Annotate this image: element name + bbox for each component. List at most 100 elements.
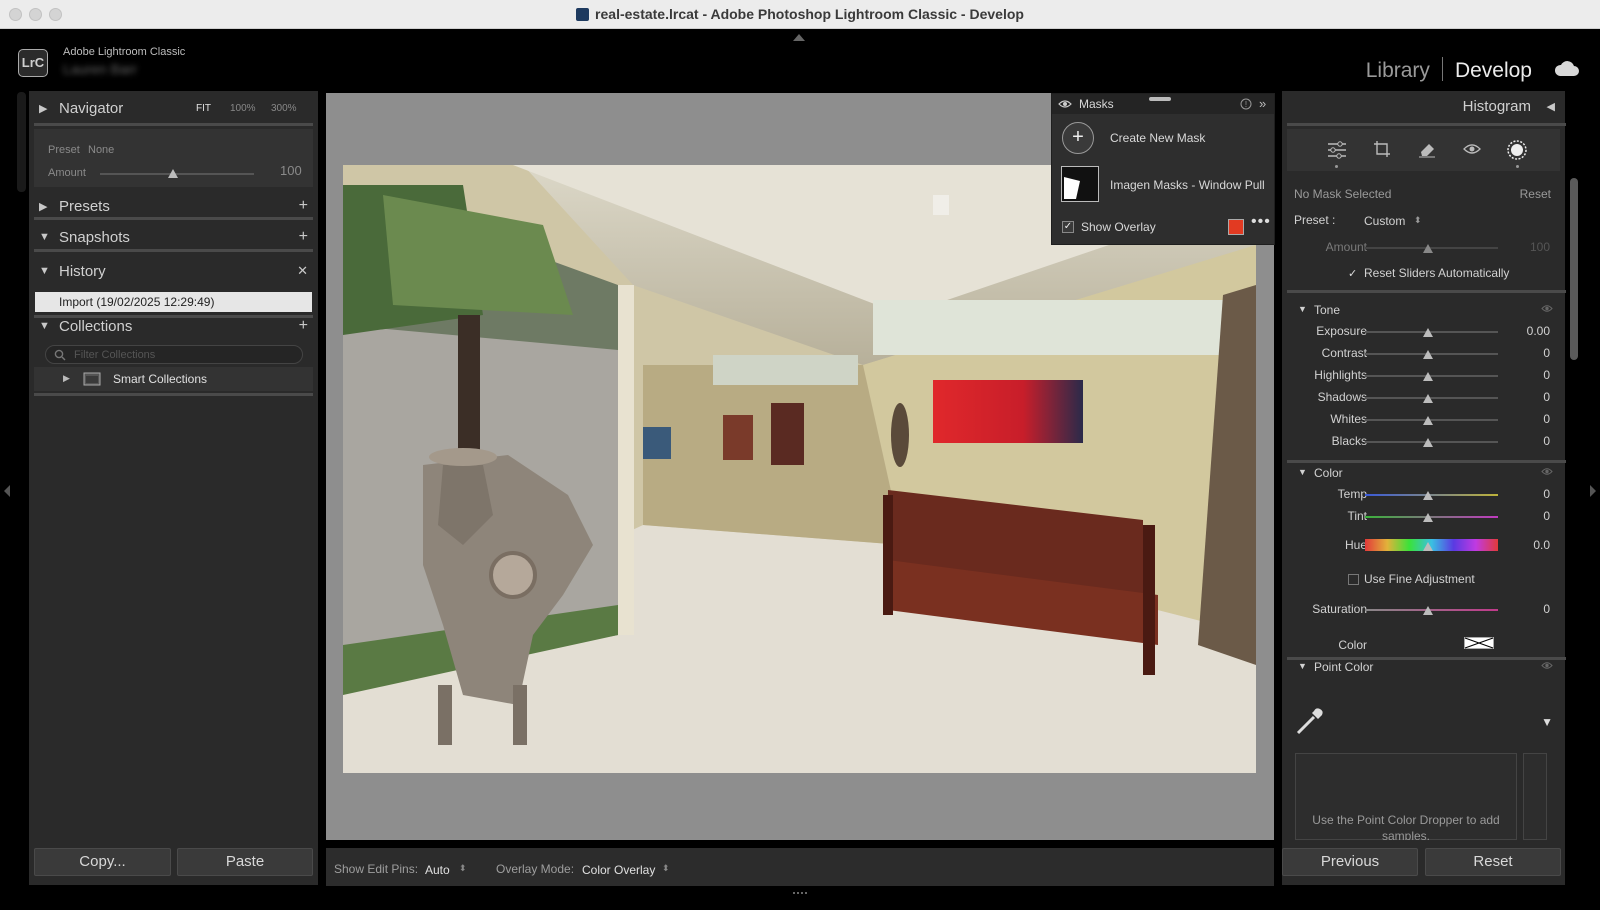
eye-icon[interactable] [1541,304,1553,313]
right-panel: Histogram ◀ No Mask Selected Reset Prese… [1282,91,1566,843]
point-color-samples-area: Use the Point Color Dropper to add sampl… [1295,753,1517,843]
mask-thumbnail[interactable] [1061,166,1099,202]
clear-history-x-icon[interactable]: ✕ [297,263,308,279]
blacks-value[interactable]: 0 [1514,434,1550,448]
collections-header[interactable]: ▼ Collections + [29,311,318,341]
left-panel-scrollbar[interactable] [17,92,26,192]
help-icon[interactable]: ! [1240,98,1252,110]
history-header[interactable]: ▼ History ✕ [29,256,318,286]
collapse-masks-icon[interactable]: » [1259,96,1266,111]
more-options-icon[interactable]: ••• [1251,213,1271,231]
smart-collections-row[interactable]: ▶ Smart Collections [34,367,313,391]
right-panel-scrollbar[interactable] [1570,178,1578,360]
create-new-mask-label[interactable]: Create New Mask [1110,131,1205,145]
eyedropper-icon[interactable] [1294,705,1326,737]
whites-value[interactable]: 0 [1514,412,1550,426]
collapse-triangle-icon: ▼ [1298,304,1307,314]
amount-slider-thumb[interactable] [168,169,178,178]
overlay-color-swatch[interactable] [1228,219,1244,235]
color-section-header[interactable]: ▼ Color [1282,462,1565,486]
saturation-slider-thumb[interactable] [1423,606,1433,615]
amount-value: 100 [280,163,302,178]
hue-value[interactable]: 0.0 [1514,538,1550,552]
point-color-swatch-column [1523,753,1547,840]
zoom-300[interactable]: 300% [271,103,297,114]
smart-collection-folder-icon [83,372,101,386]
healing-eraser-icon[interactable] [1418,140,1436,158]
dropdown-triangle-icon[interactable]: ▼ [1541,715,1553,729]
exposure-value[interactable]: 0.00 [1514,324,1550,338]
previous-button[interactable]: Previous [1282,848,1418,876]
masking-tool-icon[interactable] [1506,139,1528,161]
add-snapshot-plus-icon[interactable]: + [299,228,308,246]
tone-title: Tone [1314,303,1341,317]
show-overlay-checkbox[interactable]: ✓ [1062,221,1074,233]
expand-triangle-icon[interactable]: ▶ [63,373,70,384]
highlights-value[interactable]: 0 [1514,368,1550,382]
history-item[interactable]: Import (19/02/2025 12:29:49) [35,292,312,312]
paste-settings-button[interactable]: Paste [177,848,313,876]
cloud-sync-icon[interactable] [1554,59,1580,77]
window-titlebar: real-estate.lrcat - Adobe Photoshop Ligh… [0,0,1600,29]
left-panel-collapse-arrow[interactable] [4,485,10,497]
eye-icon[interactable] [1058,99,1072,109]
add-preset-plus-icon[interactable]: + [299,197,308,215]
overlay-mode-select[interactable]: Color Overlay [582,863,655,877]
hue-slider-thumb[interactable] [1423,542,1433,551]
temp-slider-thumb[interactable] [1423,491,1433,500]
mask-preset-select[interactable]: Custom [1364,214,1405,228]
eye-icon[interactable] [1541,661,1553,670]
filmstrip-resize-handle-icon[interactable] [793,892,807,898]
preset-value: None [88,144,115,156]
zoom-100[interactable]: 100% [230,103,256,114]
amount-label: Amount [1325,240,1367,254]
edit-sliders-icon[interactable] [1327,141,1347,159]
amount-slider-row: Amount 100 [1282,237,1565,259]
point-color-section-header[interactable]: ▼ Point Color [1282,656,1565,680]
masks-panel-header[interactable]: Masks ! » [1052,94,1274,114]
color-swatch-none-icon[interactable] [1464,637,1494,649]
edit-pins-select[interactable]: Auto [425,863,450,877]
blacks-slider-thumb[interactable] [1423,438,1433,447]
filter-collections-input[interactable]: Filter Collections [45,345,303,364]
saturation-value[interactable]: 0 [1514,602,1550,616]
module-library[interactable]: Library [1366,59,1430,82]
shadows-value[interactable]: 0 [1514,390,1550,404]
reset-sliders-checkbox[interactable]: ✓ [1348,269,1359,280]
eye-icon[interactable] [1541,467,1553,476]
panel-divider [34,217,313,220]
temp-value[interactable]: 0 [1514,487,1550,501]
navigator-header[interactable]: ▶ Navigator FIT 100% 300% [29,93,318,123]
module-picker: Library Develop [1366,57,1532,83]
tint-slider-thumb[interactable] [1423,513,1433,522]
point-color-title: Point Color [1314,660,1374,674]
right-panel-collapse-arrow[interactable] [1590,485,1596,497]
highlights-slider-thumb[interactable] [1423,372,1433,381]
reset-button[interactable]: Reset [1425,848,1561,876]
mask-reset-link[interactable]: Reset [1520,187,1551,201]
histogram-header[interactable]: Histogram ◀ [1282,91,1565,121]
tone-section-header[interactable]: ▼ Tone [1282,299,1565,323]
amount-value: 100 [1529,240,1550,254]
contrast-slider-thumb[interactable] [1423,350,1433,359]
snapshots-header[interactable]: ▼ Snapshots + [29,222,318,252]
tint-value[interactable]: 0 [1514,509,1550,523]
amount-slider-thumb[interactable] [1423,244,1433,253]
fine-adjustment-checkbox[interactable] [1348,574,1359,585]
red-eye-icon[interactable] [1463,141,1481,157]
collapse-triangle-icon: ▼ [39,265,50,277]
crop-icon[interactable] [1373,140,1391,158]
exposure-slider-thumb[interactable] [1423,328,1433,337]
create-new-mask-plus-icon[interactable]: + [1062,122,1094,154]
mask-name[interactable]: Imagen Masks - Window Pull [1110,178,1265,192]
zoom-fit[interactable]: FIT [196,103,211,114]
temp-slider-row: Temp 0 [1282,484,1565,506]
module-develop[interactable]: Develop [1455,59,1532,82]
copy-settings-button[interactable]: Copy... [34,848,171,876]
drag-handle-icon[interactable] [1149,97,1171,101]
whites-slider-thumb[interactable] [1423,416,1433,425]
add-collection-plus-icon[interactable]: + [299,317,308,335]
shadows-slider-thumb[interactable] [1423,394,1433,403]
contrast-value[interactable]: 0 [1514,346,1550,360]
collapse-top-panel-arrow[interactable] [793,34,805,41]
